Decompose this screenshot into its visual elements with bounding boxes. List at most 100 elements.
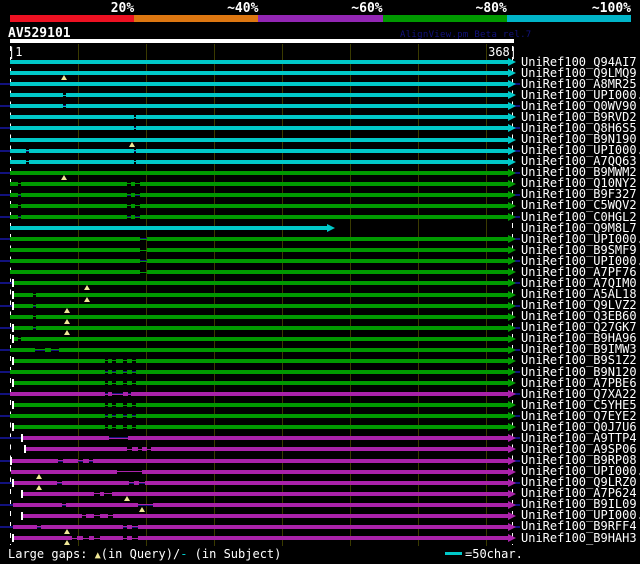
alignment-bar-segment[interactable] <box>140 203 510 208</box>
alignment-bar-segment[interactable] <box>12 292 34 297</box>
alignment-bar-segment[interactable] <box>126 403 133 408</box>
alignment-bar-segment[interactable] <box>116 381 123 385</box>
alignment-bar-segment[interactable] <box>111 491 510 496</box>
alignment-bar-segment[interactable] <box>144 480 510 485</box>
alignment-bar-segment[interactable] <box>76 536 84 540</box>
alignment-bar-segment[interactable] <box>12 524 38 529</box>
alignment-bar-segment[interactable] <box>116 370 123 374</box>
alignment-bar-segment[interactable] <box>130 181 135 186</box>
alignment-bar-segment[interactable] <box>10 392 106 397</box>
alignment-bar-segment[interactable] <box>86 513 95 518</box>
alignment-bar-segment[interactable] <box>35 303 510 308</box>
alignment-bar-segment[interactable] <box>22 491 95 496</box>
alignment-bar-segment[interactable] <box>140 192 510 197</box>
alignment-bar-segment[interactable] <box>35 292 510 297</box>
alignment-bar-segment[interactable] <box>99 491 104 496</box>
alignment-bar-segment[interactable] <box>10 248 141 253</box>
alignment-bar-segment[interactable] <box>147 237 510 242</box>
alignment-bar-segment[interactable] <box>10 82 510 87</box>
alignment-bar-segment[interactable] <box>35 314 510 319</box>
alignment-bar-segment[interactable] <box>92 458 510 463</box>
alignment-bar-segment[interactable] <box>116 358 123 363</box>
alignment-bar-segment[interactable] <box>10 115 134 120</box>
alignment-bar-segment[interactable] <box>107 414 112 419</box>
alignment-bar-segment[interactable] <box>107 370 112 374</box>
alignment-bar-segment[interactable] <box>10 170 510 175</box>
alignment-bar-segment[interactable] <box>10 237 141 242</box>
alignment-bar-segment[interactable] <box>107 358 112 363</box>
alignment-bar-segment[interactable] <box>10 60 510 64</box>
alignment-bar-segment[interactable] <box>130 203 135 208</box>
alignment-bar-segment[interactable] <box>10 226 330 231</box>
alignment-bar-segment[interactable] <box>10 104 63 109</box>
alignment-bar-segment[interactable] <box>136 148 510 153</box>
alignment-bar-segment[interactable] <box>147 270 510 275</box>
alignment-bar-segment[interactable] <box>61 480 130 485</box>
alignment-bar-segment[interactable] <box>10 137 510 142</box>
alignment-bar-segment[interactable] <box>116 425 123 430</box>
alignment-bar-segment[interactable] <box>10 215 19 219</box>
alignment-bar-segment[interactable] <box>136 358 510 363</box>
alignment-bar-segment[interactable] <box>10 270 141 275</box>
alignment-bar-segment[interactable] <box>116 414 123 419</box>
alignment-bar-segment[interactable] <box>113 513 510 518</box>
alignment-bar-segment[interactable] <box>137 536 510 540</box>
alignment-bar-segment[interactable] <box>141 469 510 474</box>
alignment-bar-segment[interactable] <box>10 370 106 374</box>
alignment-bar-segment[interactable] <box>10 148 27 153</box>
alignment-bar-segment[interactable] <box>151 447 510 452</box>
alignment-bar-segment[interactable] <box>107 403 112 408</box>
alignment-bar-segment[interactable] <box>152 502 510 507</box>
alignment-bar-segment[interactable] <box>10 181 19 186</box>
alignment-bar-segment[interactable] <box>22 513 82 518</box>
alignment-bar-segment[interactable] <box>126 425 133 430</box>
alignment-bar-segment[interactable] <box>136 126 510 131</box>
alignment-bar-segment[interactable] <box>126 358 133 363</box>
alignment-bar-segment[interactable] <box>107 381 112 385</box>
alignment-bar-segment[interactable] <box>10 71 510 76</box>
alignment-bar-segment[interactable] <box>63 458 78 463</box>
alignment-bar-segment[interactable] <box>126 381 133 385</box>
alignment-bar-segment[interactable] <box>10 203 19 208</box>
alignment-bar-segment[interactable] <box>20 336 510 341</box>
alignment-bar-segment[interactable] <box>20 181 127 186</box>
alignment-bar-segment[interactable] <box>24 447 127 452</box>
alignment-bar-segment[interactable] <box>132 447 138 452</box>
alignment-bar-segment[interactable] <box>136 414 510 419</box>
alignment-bar-segment[interactable] <box>41 524 123 529</box>
alignment-bar-segment[interactable] <box>130 192 135 197</box>
alignment-bar-segment[interactable] <box>29 148 134 153</box>
alignment-bar-segment[interactable] <box>136 370 510 374</box>
alignment-bar-segment[interactable] <box>10 259 141 264</box>
alignment-bar-segment[interactable] <box>10 314 34 319</box>
alignment-bar-segment[interactable] <box>133 480 139 485</box>
alignment-bar-segment[interactable] <box>65 104 510 109</box>
alignment-bar-segment[interactable] <box>136 115 510 120</box>
alignment-bar-segment[interactable] <box>29 159 134 164</box>
alignment-bar-segment[interactable] <box>126 536 133 540</box>
alignment-bar-segment[interactable] <box>116 403 123 408</box>
alignment-bar-segment[interactable] <box>130 392 510 397</box>
alignment-bar-segment[interactable] <box>20 203 127 208</box>
alignment-bar-segment[interactable] <box>136 381 510 385</box>
alignment-bar-segment[interactable] <box>12 425 106 430</box>
alignment-bar-segment[interactable] <box>10 347 35 352</box>
alignment-bar-segment[interactable] <box>12 325 34 330</box>
alignment-bar-segment[interactable] <box>10 126 134 131</box>
alignment-bar-segment[interactable] <box>136 425 510 430</box>
alignment-bar-segment[interactable] <box>83 458 89 463</box>
alignment-bar-segment[interactable] <box>10 159 27 164</box>
alignment-bar-segment[interactable] <box>126 414 133 419</box>
alignment-bar-segment[interactable] <box>147 248 510 253</box>
row-label[interactable]: UniRef100_B9HAH3 <box>521 532 637 544</box>
alignment-bar-segment[interactable] <box>20 192 127 197</box>
alignment-bar-segment[interactable] <box>12 502 62 507</box>
alignment-bar-segment[interactable] <box>12 358 106 363</box>
alignment-bar-segment[interactable] <box>128 436 510 441</box>
alignment-bar-segment[interactable] <box>10 414 106 419</box>
alignment-bar-segment[interactable] <box>45 347 51 352</box>
alignment-bar-segment[interactable] <box>99 513 108 518</box>
alignment-bar-segment[interactable] <box>65 502 138 507</box>
alignment-bar-segment[interactable] <box>11 469 118 474</box>
alignment-bar-segment[interactable] <box>137 524 510 529</box>
